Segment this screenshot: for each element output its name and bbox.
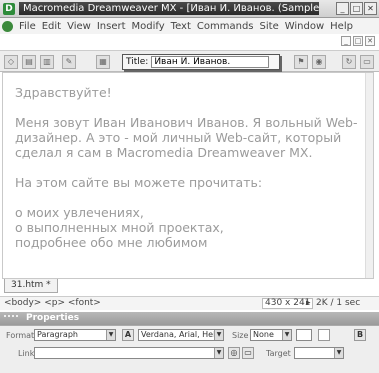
site-lead-paragraph: На этом сайте вы можете прочитать: xyxy=(15,175,263,190)
dropdown-arrow-icon: ▼ xyxy=(214,330,223,340)
link-label: Link xyxy=(18,349,35,358)
live-data-icon[interactable]: ✎ xyxy=(62,55,76,69)
menu-help[interactable]: Help xyxy=(330,21,353,32)
document-design-view[interactable]: Здравствуйте! Меня зовут Иван Иванович И… xyxy=(2,72,374,279)
minimize-button[interactable]: _ xyxy=(336,2,349,15)
title-input[interactable]: Иван И. Иванов. xyxy=(151,56,270,68)
link-input[interactable]: ▼ xyxy=(34,347,224,359)
font-value: Verdana, Arial, Helv xyxy=(141,330,221,339)
status-bar: <body> <p> <font> 430 x 241 ▸ 2K / 1 sec xyxy=(0,296,379,310)
view-options-icon[interactable]: ▭ xyxy=(360,55,374,69)
close-button[interactable]: ✕ xyxy=(364,2,377,15)
format-select[interactable]: Paragraph ▼ xyxy=(34,329,116,341)
document-window-controls: _ □ ✕ xyxy=(341,36,375,46)
dropdown-arrow-icon: ▼ xyxy=(214,348,223,358)
title-label: Title: xyxy=(126,57,149,67)
code-view-icon[interactable]: ◇ xyxy=(4,55,18,69)
download-time: 2K / 1 sec xyxy=(316,298,361,308)
menu-text[interactable]: Text xyxy=(171,21,191,32)
title-bar: D Macromedia Dreamweaver MX - [Иван И. И… xyxy=(0,0,379,18)
document-tab[interactable]: 31.htm * xyxy=(4,279,58,293)
list-item: о моих увлечениях, xyxy=(15,205,144,220)
greeting-paragraph: Здравствуйте! xyxy=(15,85,112,100)
size-value: None xyxy=(253,330,274,339)
properties-panel-header[interactable]: Properties xyxy=(0,312,379,325)
document-icon xyxy=(2,20,13,32)
preview-icon[interactable]: ◉ xyxy=(312,55,326,69)
menu-insert[interactable]: Insert xyxy=(97,21,126,32)
text-color-swatch[interactable] xyxy=(318,329,330,341)
properties-panel: Format Paragraph ▼ A Verdana, Arial, Helv… xyxy=(0,325,379,373)
menu-bar: File Edit View Insert Modify Text Comman… xyxy=(0,18,379,34)
menu-modify[interactable]: Modify xyxy=(132,21,165,32)
doc-minimize-button[interactable]: _ xyxy=(341,36,351,46)
format-value: Paragraph xyxy=(37,330,78,339)
design-view-icon[interactable]: ▥ xyxy=(40,55,54,69)
list-item: о выполненных мной проектах, xyxy=(15,220,224,235)
maximize-button[interactable]: □ xyxy=(350,2,363,15)
menu-window[interactable]: Window xyxy=(285,21,324,32)
bold-button[interactable]: B xyxy=(354,329,366,341)
page-content: Здравствуйте! Меня зовут Иван Иванович И… xyxy=(15,85,360,250)
refresh-icon[interactable]: ↻ xyxy=(342,55,356,69)
size-unit-select[interactable] xyxy=(296,329,312,341)
dropdown-arrow-icon: ▼ xyxy=(282,330,291,340)
dropdown-arrow-icon: ▼ xyxy=(334,348,343,358)
document-toolbar: ◇ ▤ ▥ ✎ ▦ Title: Иван И. Иванов. ⚑ ◉ ↻ ▭ xyxy=(0,50,379,72)
properties-title: Properties xyxy=(26,313,80,323)
menu-commands[interactable]: Commands xyxy=(197,21,254,32)
intro-paragraph: Меня зовут Иван Иванович Иванов. Я вольн… xyxy=(15,115,358,160)
window-title: Macromedia Dreamweaver MX - [Иван И. Ива… xyxy=(19,2,319,15)
doc-restore-button[interactable]: □ xyxy=(353,36,363,46)
font-icon[interactable]: A xyxy=(122,329,134,341)
point-to-file-icon[interactable]: ◎ xyxy=(228,347,240,359)
menu-edit[interactable]: Edit xyxy=(42,21,61,32)
file-management-icon[interactable]: ⚑ xyxy=(294,55,308,69)
doc-close-button[interactable]: ✕ xyxy=(365,36,375,46)
size-label: Size xyxy=(232,331,249,340)
menu-view[interactable]: View xyxy=(67,21,91,32)
split-view-icon[interactable]: ▤ xyxy=(22,55,36,69)
panel-grip-icon[interactable] xyxy=(4,315,18,322)
target-select[interactable]: ▼ xyxy=(294,347,344,359)
dreamweaver-logo-icon: D xyxy=(3,2,15,15)
list-item: подробнее обо мне любимом xyxy=(15,235,208,250)
window-controls: _ □ ✕ xyxy=(336,2,377,15)
menu-file[interactable]: File xyxy=(19,21,36,32)
target-label: Target xyxy=(266,349,291,358)
page-icon[interactable]: ▦ xyxy=(96,55,110,69)
size-select[interactable]: None ▼ xyxy=(250,329,292,341)
vertical-scrollbar[interactable] xyxy=(365,73,373,278)
window-size-arrow-icon[interactable]: ▸ xyxy=(306,298,311,308)
font-select[interactable]: Verdana, Arial, Helv ▼ xyxy=(138,329,224,341)
title-field: Title: Иван И. Иванов. xyxy=(122,54,280,70)
browse-folder-icon[interactable]: ▭ xyxy=(242,347,254,359)
tag-selector[interactable]: <body> <p> <font> xyxy=(4,298,101,308)
dropdown-arrow-icon: ▼ xyxy=(106,330,115,340)
format-label: Format xyxy=(6,331,35,340)
menu-site[interactable]: Site xyxy=(260,21,279,32)
